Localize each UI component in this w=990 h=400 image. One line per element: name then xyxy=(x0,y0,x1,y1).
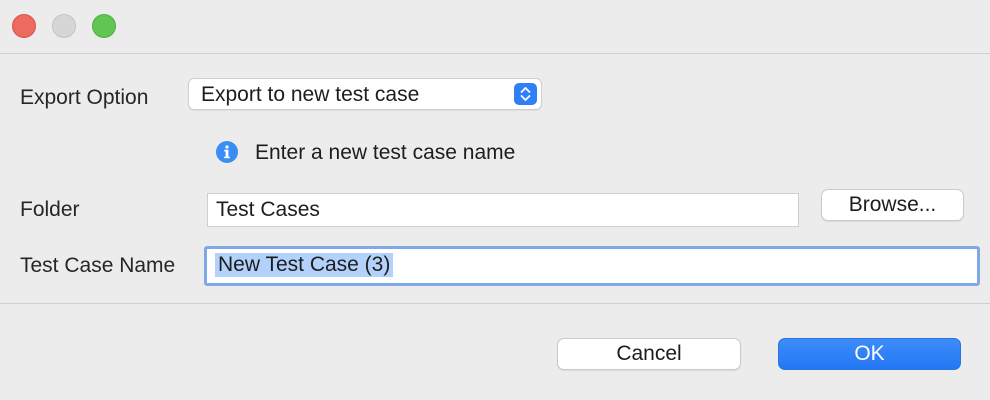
test-case-name-value: New Test Case (3) xyxy=(215,253,394,277)
minimize-window-button[interactable] xyxy=(52,14,76,38)
test-case-name-label: Test Case Name xyxy=(20,254,176,277)
export-option-selected-value: Export to new test case xyxy=(201,83,420,106)
close-window-button[interactable] xyxy=(12,14,36,38)
test-case-name-field[interactable]: New Test Case (3) xyxy=(204,246,980,286)
info-message: Enter a new test case name xyxy=(255,141,516,164)
chevron-up-down-icon xyxy=(514,83,537,105)
export-option-label: Export Option xyxy=(20,86,149,109)
export-dialog: Export Option Export to new test case En… xyxy=(0,0,990,400)
folder-field-value: Test Cases xyxy=(216,198,320,221)
cancel-button[interactable]: Cancel xyxy=(557,338,741,370)
zoom-window-button[interactable] xyxy=(92,14,116,38)
browse-button[interactable]: Browse... xyxy=(821,189,964,221)
export-option-select[interactable]: Export to new test case xyxy=(188,78,542,110)
title-bar xyxy=(0,0,990,54)
folder-field[interactable]: Test Cases xyxy=(207,193,799,227)
info-icon xyxy=(216,141,238,163)
folder-label: Folder xyxy=(20,198,80,221)
ok-button[interactable]: OK xyxy=(778,338,961,370)
footer-divider xyxy=(0,303,990,304)
